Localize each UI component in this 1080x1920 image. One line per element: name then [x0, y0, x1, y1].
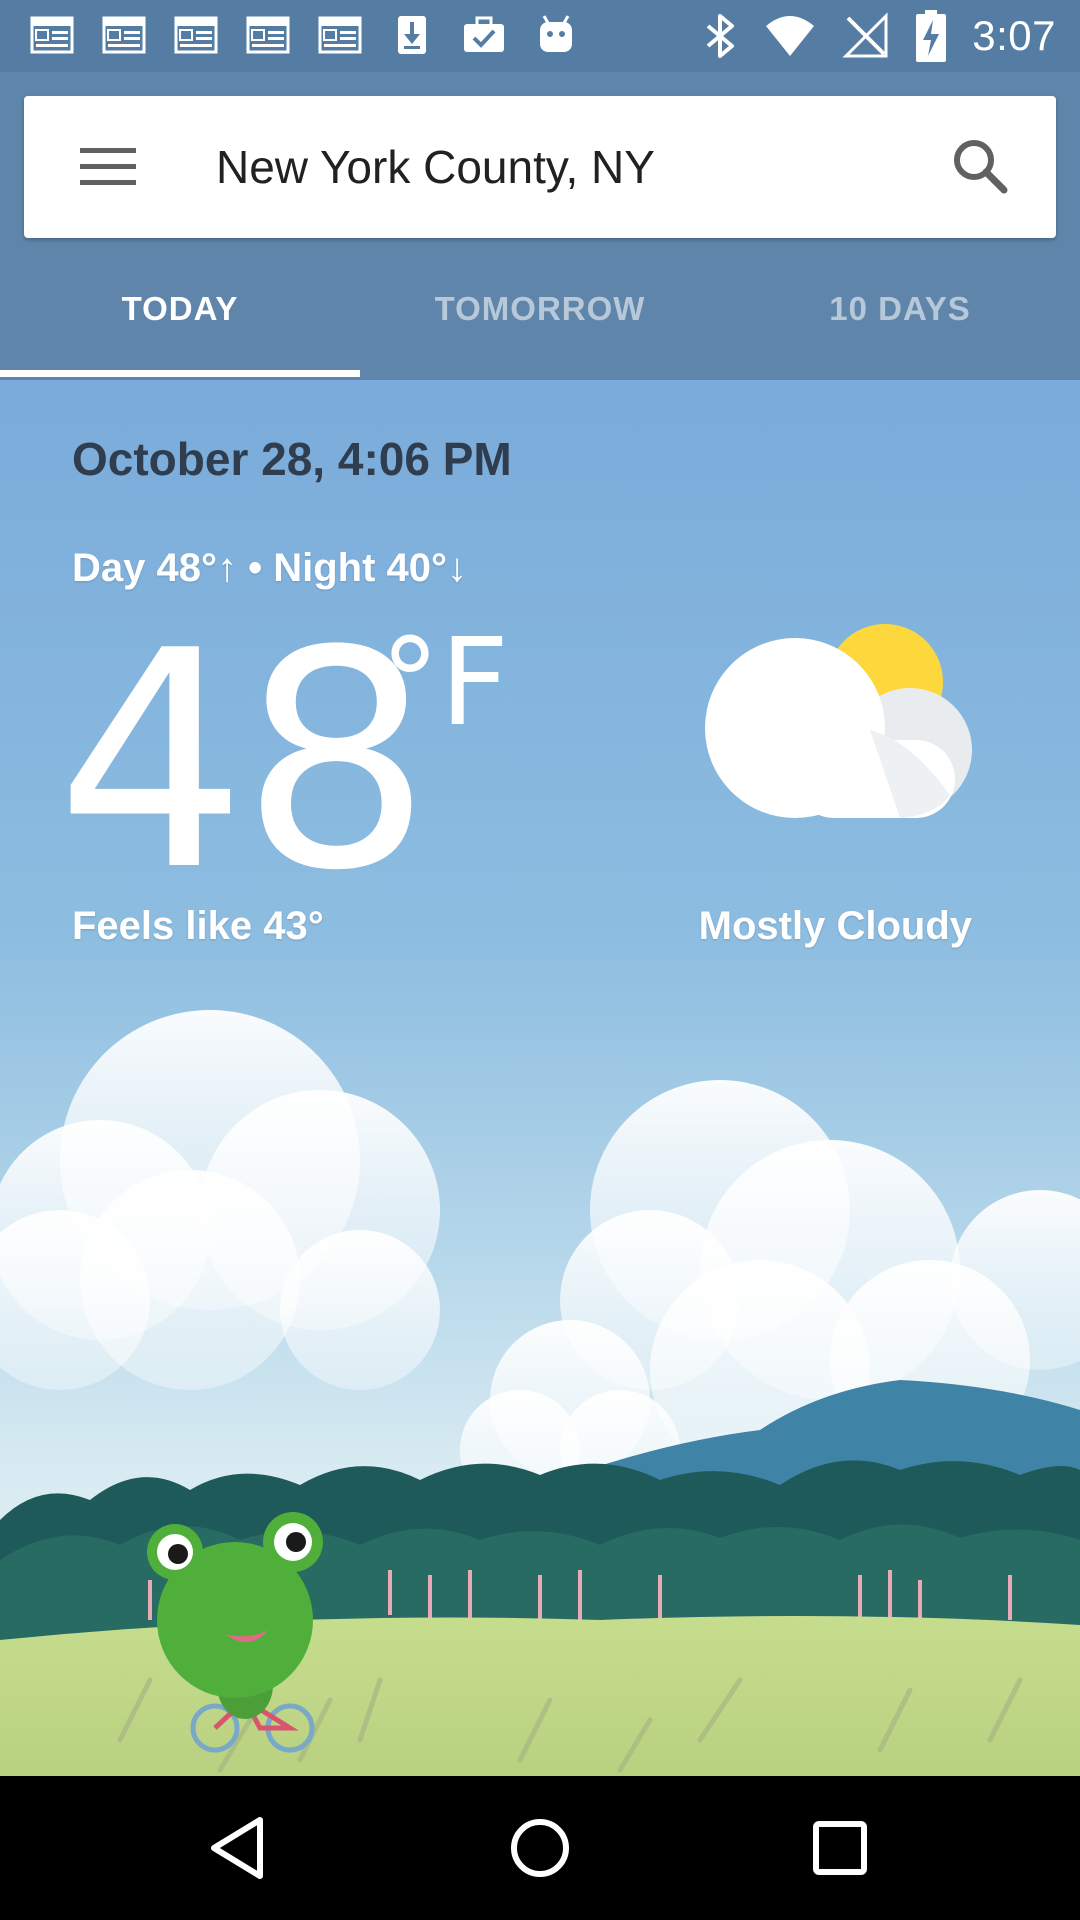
home-button[interactable]: [500, 1808, 580, 1888]
menu-button[interactable]: [80, 136, 184, 198]
recents-icon: [813, 1821, 867, 1875]
download-icon: [398, 16, 426, 54]
search-icon: [954, 140, 1008, 194]
tab-10-days[interactable]: 10 DAYS: [720, 270, 1080, 380]
search-bar[interactable]: New York County, NY: [24, 96, 1056, 238]
back-icon: [211, 1817, 263, 1879]
notification-icons: [30, 14, 578, 56]
news-icon: [318, 16, 362, 54]
status-bar: 3:07: [0, 0, 1080, 72]
android-icon: [540, 15, 572, 52]
signal-off-icon: [842, 12, 888, 58]
tab-today[interactable]: TODAY: [0, 270, 360, 380]
location-name[interactable]: New York County, NY: [216, 136, 655, 198]
forecast-tabs: TODAY TOMORROW 10 DAYS: [0, 270, 1080, 380]
current-temperature: 48: [56, 587, 432, 936]
bluetooth-icon: [706, 14, 735, 58]
landscape-illustration: [0, 1010, 1080, 1776]
weather-condition: Mostly Cloudy: [698, 904, 972, 948]
hamburger-menu-icon: [80, 148, 136, 185]
news-icon: [174, 16, 218, 54]
feels-like: Feels like 43°: [72, 904, 324, 948]
battery-charging-icon: [916, 10, 947, 62]
briefcase-check-icon: [464, 16, 504, 52]
system-icons: 3:07: [704, 10, 1056, 62]
wifi-icon: [766, 16, 815, 56]
news-icon: [30, 16, 74, 54]
partly-cloudy-icon: [705, 624, 972, 818]
weather-panel: October 28, 4:06 PM Day 48°↑ • Night 40°…: [0, 380, 1080, 1776]
status-time: 3:07: [972, 12, 1056, 59]
news-icon: [246, 16, 290, 54]
observation-datetime: October 28, 4:06 PM: [72, 433, 512, 485]
home-icon: [511, 1819, 569, 1877]
navigation-bar: [0, 1776, 1080, 1920]
day-night-temps: Day 48°↑ • Night 40°↓: [72, 546, 467, 590]
back-button[interactable]: [200, 1808, 280, 1888]
news-icon: [102, 16, 146, 54]
recents-button[interactable]: [800, 1808, 880, 1888]
search-button[interactable]: [946, 132, 1016, 202]
temperature-unit: °F: [380, 614, 510, 753]
tab-indicator: [0, 370, 360, 377]
tab-tomorrow[interactable]: TOMORROW: [360, 270, 720, 380]
